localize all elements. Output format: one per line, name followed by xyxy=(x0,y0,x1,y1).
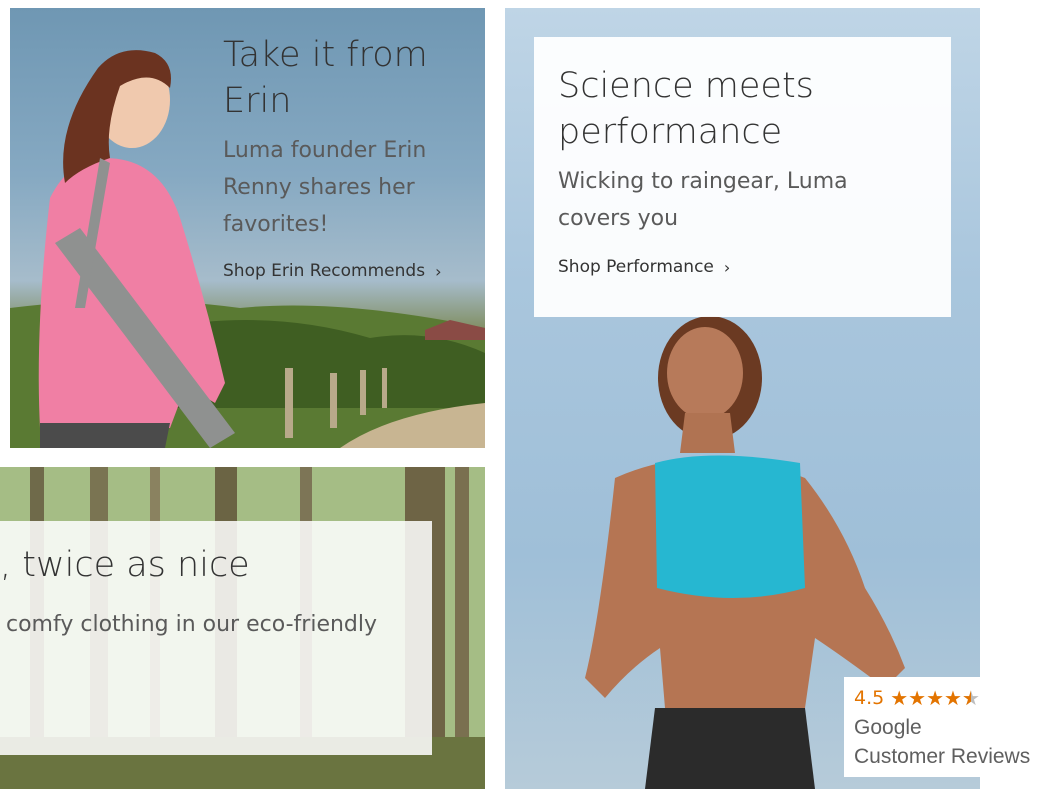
erin-promo-block[interactable]: Take it from Erin Luma founder Erin Renn… xyxy=(10,8,485,448)
star-icon: ★ xyxy=(890,686,909,710)
half-star-icon: ★ xyxy=(962,688,980,708)
erin-promo-copy: Take it from Erin Luma founder Erin Renn… xyxy=(223,32,473,281)
chevron-right-icon: › xyxy=(435,261,442,281)
star-icon: ★ xyxy=(926,686,945,710)
chevron-right-icon: › xyxy=(723,257,731,277)
eco-promo-block[interactable]: , twice as nice comfy clothing in our ec… xyxy=(0,467,485,789)
eco-promo-title: , twice as nice xyxy=(0,545,250,585)
star-icon: ★ xyxy=(908,686,927,710)
performance-promo-title: Science meets performance xyxy=(558,66,814,152)
shop-erin-recommends-label: Shop Erin Recommends xyxy=(223,261,426,281)
rating-stars: ★ ★ ★ ★ ★ xyxy=(890,688,980,708)
rating-row: 4.5 ★ ★ ★ ★ ★ xyxy=(854,683,1045,713)
rating-score: 4.5 xyxy=(854,687,885,709)
shop-erin-recommends-link[interactable]: Shop Erin Recommends › xyxy=(223,261,441,281)
erin-promo-title: Take it from Erin xyxy=(223,35,428,121)
star-icon: ★ xyxy=(944,686,962,710)
shop-performance-label: Shop Performance xyxy=(558,257,714,277)
performance-promo-block[interactable]: Science meets performance Wicking to rai… xyxy=(505,8,980,789)
google-brand-name: Google xyxy=(854,716,922,739)
performance-promo-panel: Science meets performance Wicking to rai… xyxy=(534,37,951,317)
performance-promo-text: Wicking to raingear, Luma covers you xyxy=(558,169,848,231)
eco-promo-text: comfy clothing in our eco-friendly xyxy=(6,612,378,637)
customer-reviews-label: Customer Reviews xyxy=(854,745,1031,768)
erin-promo-text: Luma founder Erin Renny shares her favor… xyxy=(223,138,427,237)
shop-performance-link[interactable]: Shop Performance › xyxy=(558,257,730,277)
google-customer-reviews-badge[interactable]: 4.5 ★ ★ ★ ★ ★ Google Customer Reviews xyxy=(844,677,1055,777)
